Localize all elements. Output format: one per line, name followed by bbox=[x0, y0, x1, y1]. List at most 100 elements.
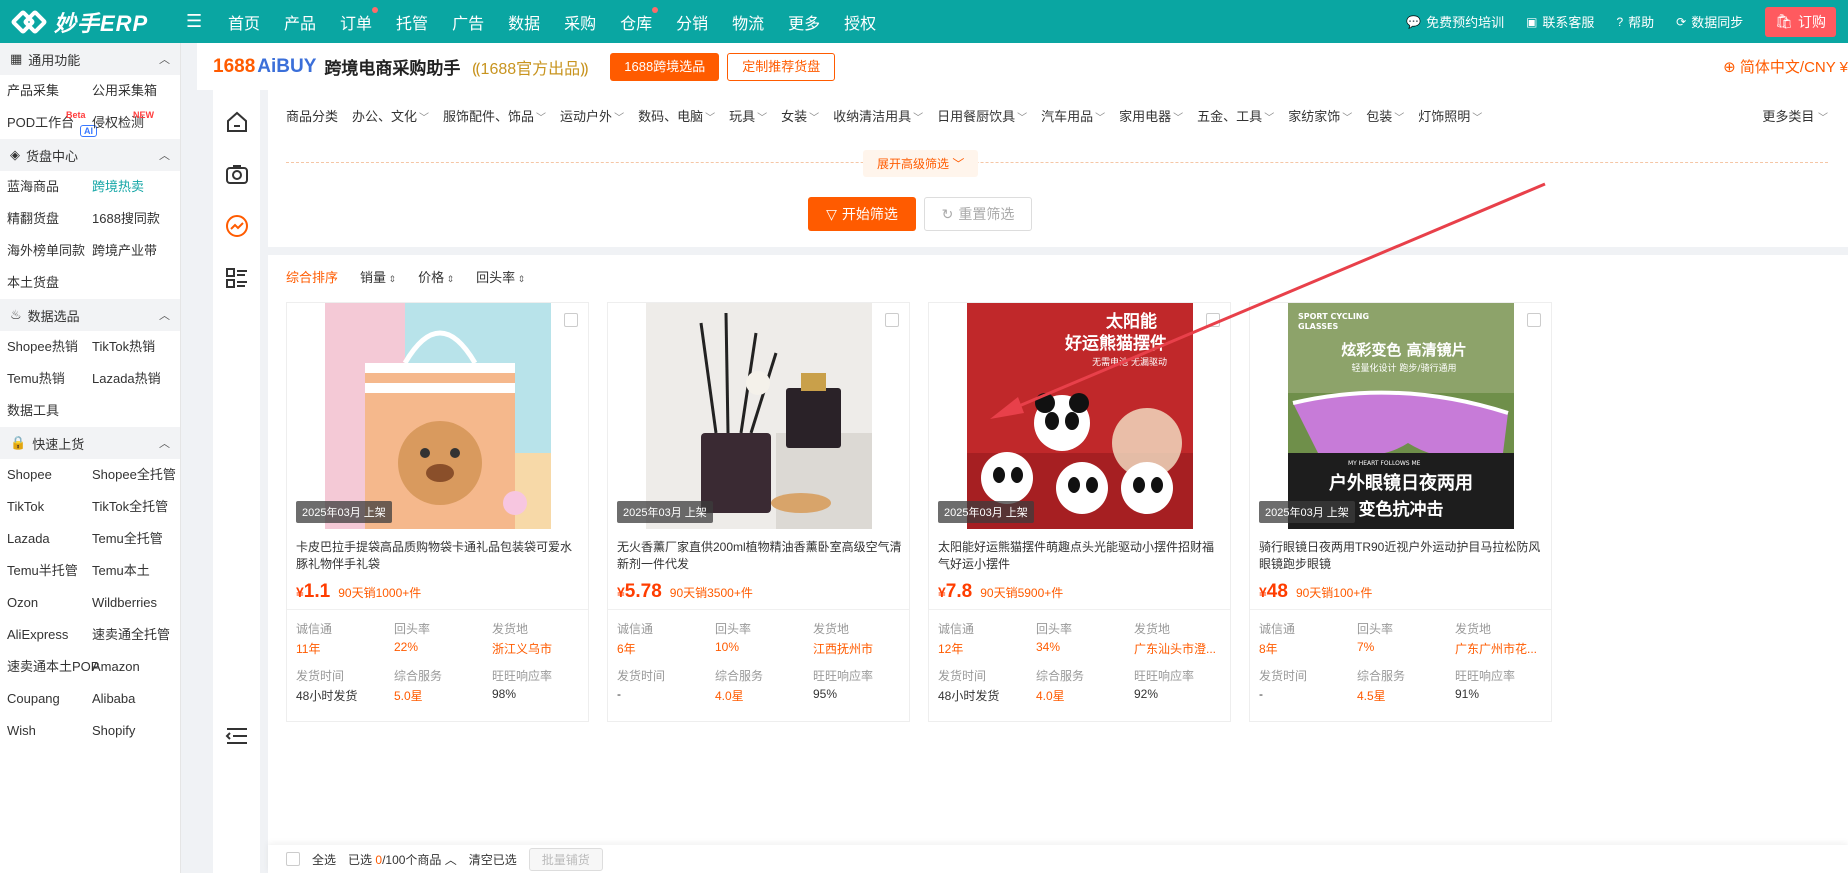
sidebar-item[interactable]: Shopify bbox=[85, 715, 180, 747]
reset-filter-button[interactable]: ↻ 重置筛选 bbox=[924, 197, 1032, 231]
product-image-diffuser[interactable] bbox=[646, 303, 872, 529]
category-item[interactable]: 玩具 ﹀ bbox=[729, 106, 781, 125]
category-item[interactable]: 收纳清洁用具 ﹀ bbox=[833, 106, 937, 125]
chevron-up-icon[interactable]: ︿ bbox=[159, 435, 170, 451]
hamburger-menu-icon[interactable]: ☰ bbox=[186, 11, 206, 32]
top-nav-item[interactable]: 分销 bbox=[664, 10, 720, 34]
sidebar-item[interactable]: 蓝海商品 bbox=[0, 171, 85, 203]
product-image-glasses[interactable]: SPORT CYCLINGGLASSES 炫彩变色 高清镜片轻量化设计 跑步/骑行… bbox=[1288, 303, 1514, 529]
category-item[interactable]: 家纺家饰 ﹀ bbox=[1288, 106, 1366, 125]
sidebar-item[interactable]: Wish bbox=[0, 715, 85, 747]
product-select-checkbox[interactable] bbox=[1206, 313, 1220, 327]
order-button[interactable]: 🛍 订购 bbox=[1765, 6, 1836, 37]
product-image-wrapper[interactable] bbox=[325, 303, 551, 529]
sidebar-section-header[interactable]: 🔒 快速上货 ︿ bbox=[0, 427, 180, 459]
top-nav-item[interactable]: 更多 bbox=[776, 10, 832, 34]
sidebar-item[interactable]: 数据工具 bbox=[0, 395, 85, 427]
product-image-wrapper[interactable]: SPORT CYCLING GLASSES 炫彩变色 高清镜片 轻量化设计 跑步/骑行… bbox=[1288, 303, 1514, 529]
sidebar-item[interactable]: POD工作台 Beta AI bbox=[0, 107, 97, 139]
clear-selected-link[interactable]: 清空已选 bbox=[469, 851, 517, 868]
sidebar-item[interactable]: 速卖通全托管 bbox=[85, 619, 180, 651]
product-card[interactable]: 太阳能 好运熊猫摆件 无需电池 无漏驱动 2025年03月 上架 太阳能好运熊猫摆件萌趣… bbox=[928, 302, 1231, 722]
training-link[interactable]: 💬 免费预约培训 bbox=[1406, 12, 1504, 31]
sidebar-item[interactable]: Coupang bbox=[0, 683, 85, 715]
category-item[interactable]: 女装 ﹀ bbox=[781, 106, 833, 125]
product-image-wrapper[interactable] bbox=[646, 303, 872, 529]
sidebar-item[interactable]: Lazada热销 bbox=[85, 363, 180, 395]
top-nav-item[interactable]: 仓库 bbox=[608, 6, 664, 34]
app-logo[interactable]: 妙手ERP bbox=[0, 6, 190, 38]
sort-option[interactable]: 价格 ⇕ bbox=[418, 267, 454, 286]
sidebar-item[interactable]: Alibaba bbox=[85, 683, 180, 715]
top-nav-item[interactable]: 授权 bbox=[832, 10, 888, 34]
product-title[interactable]: 卡皮巴拉手提袋高品质购物袋卡通礼品包装袋可爱水豚礼物伴手礼袋 bbox=[296, 539, 582, 573]
start-filter-button[interactable]: ▽ 开始筛选 bbox=[808, 197, 916, 231]
more-categories[interactable]: 更多类目 ﹀ bbox=[1762, 106, 1828, 125]
sidebar-item[interactable]: 产品采集 bbox=[0, 75, 85, 107]
product-card[interactable]: 2025年03月 上架 无火香薰厂家直供200ml植物精油香薰卧室高级空气清新剂一… bbox=[607, 302, 910, 722]
category-item[interactable]: 运动户外 ﹀ bbox=[560, 106, 638, 125]
top-nav-item[interactable]: 广告 bbox=[440, 10, 496, 34]
chevron-up-icon[interactable]: ︿ bbox=[159, 51, 170, 67]
category-item[interactable]: 数码、电脑 ﹀ bbox=[638, 106, 729, 125]
sidebar-item[interactable]: Temu热销 bbox=[0, 363, 85, 395]
top-nav-item[interactable]: 物流 bbox=[720, 10, 776, 34]
sidebar-item[interactable]: Shopee热销 bbox=[0, 331, 85, 363]
sort-option[interactable]: 销量 ⇕ bbox=[360, 267, 396, 286]
cross-border-select-button[interactable]: 1688跨境选品 bbox=[610, 52, 720, 81]
sidebar-item[interactable]: Amazon bbox=[85, 651, 180, 683]
sidebar-item[interactable]: TikTok bbox=[0, 491, 85, 523]
product-image-bag[interactable] bbox=[325, 303, 551, 529]
sidebar-item[interactable]: TikTok热销 bbox=[85, 331, 180, 363]
category-item[interactable]: 办公、文化 ﹀ bbox=[352, 106, 443, 125]
camera-icon[interactable] bbox=[225, 162, 249, 186]
support-link[interactable]: ▣ 联系客服 bbox=[1526, 12, 1594, 31]
sidebar-item[interactable]: 本土货盘 bbox=[0, 267, 85, 299]
product-select-checkbox[interactable] bbox=[564, 313, 578, 327]
batch-list-button[interactable]: 批量铺货 bbox=[528, 847, 603, 871]
category-item[interactable]: 家用电器 ﹀ bbox=[1119, 106, 1197, 125]
product-select-checkbox[interactable] bbox=[885, 313, 899, 327]
sidebar-item[interactable]: TikTok全托管 bbox=[85, 491, 180, 523]
product-title[interactable]: 太阳能好运熊猫摆件萌趣点头光能驱动小摆件招财福气好运小摆件 bbox=[938, 539, 1224, 573]
custom-recommend-button[interactable]: 定制推荐货盘 bbox=[727, 52, 836, 81]
select-all-checkbox[interactable] bbox=[286, 852, 300, 866]
help-link[interactable]: ? 帮助 bbox=[1616, 12, 1654, 31]
sort-option[interactable]: 回头率 ⇕ bbox=[476, 267, 525, 286]
language-currency-selector[interactable]: ⊕ 简体中文/CNY ¥ bbox=[1723, 56, 1848, 77]
sort-option[interactable]: 综合排序 bbox=[286, 267, 338, 286]
sidebar-item[interactable]: Shopee bbox=[0, 459, 85, 491]
top-nav-item[interactable]: 订单 bbox=[328, 6, 384, 34]
product-title[interactable]: 无火香薰厂家直供200ml植物精油香薰卧室高级空气清新剂一件代发 bbox=[617, 539, 903, 573]
sidebar-item[interactable]: 跨境产业带 bbox=[85, 235, 180, 267]
sidebar-item[interactable]: Lazada bbox=[0, 523, 85, 555]
home-icon[interactable] bbox=[225, 110, 249, 134]
sidebar-item[interactable]: Shopee全托管 bbox=[85, 459, 180, 491]
product-image-wrapper[interactable]: 太阳能 好运熊猫摆件 无需电池 无漏驱动 bbox=[967, 303, 1193, 529]
sync-link[interactable]: ⟳ 数据同步 bbox=[1676, 12, 1743, 31]
category-item[interactable]: 五金、工具 ﹀ bbox=[1197, 106, 1288, 125]
sidebar-item[interactable]: 海外榜单同款 bbox=[0, 235, 85, 267]
sidebar-item[interactable]: Ozon bbox=[0, 587, 85, 619]
sidebar-item[interactable]: 1688搜同款 bbox=[85, 203, 180, 235]
top-nav-item[interactable]: 采购 bbox=[552, 10, 608, 34]
sidebar-item[interactable]: 速卖通本土POP bbox=[0, 651, 99, 683]
product-card[interactable]: 2025年03月 上架 卡皮巴拉手提袋高品质购物袋卡通礼品包装袋可爱水豚礼物伴手礼… bbox=[286, 302, 589, 722]
product-title[interactable]: 骑行眼镜日夜两用TR90近视户外运动护目马拉松防风眼镜跑步眼镜 bbox=[1259, 539, 1545, 573]
list-icon[interactable] bbox=[225, 266, 249, 290]
sidebar-item[interactable]: AliExpress bbox=[0, 619, 85, 651]
category-item[interactable]: 汽车用品 ﹀ bbox=[1041, 106, 1119, 125]
chevron-up-icon[interactable]: ︿ bbox=[159, 147, 170, 163]
top-nav-item[interactable]: 数据 bbox=[496, 10, 552, 34]
category-item[interactable]: 服饰配件、饰品 ﹀ bbox=[443, 106, 560, 125]
sidebar-section-header[interactable]: ▦ 通用功能 ︿ bbox=[0, 43, 180, 75]
chevron-up-icon[interactable]: ︿ bbox=[445, 853, 457, 867]
sidebar-item[interactable]: Wildberries bbox=[85, 587, 180, 619]
sidebar-item[interactable]: Temu半托管 bbox=[0, 555, 85, 587]
collapse-icon[interactable] bbox=[225, 726, 249, 746]
category-item[interactable]: 包装 ﹀ bbox=[1366, 106, 1418, 125]
expand-advanced-filter[interactable]: 展开高级筛选 ﹀ bbox=[863, 150, 979, 177]
category-item[interactable]: 日用餐厨饮具 ﹀ bbox=[937, 106, 1041, 125]
chevron-up-icon[interactable]: ︿ bbox=[159, 307, 170, 323]
select-all-label[interactable]: 全选 bbox=[312, 851, 336, 868]
